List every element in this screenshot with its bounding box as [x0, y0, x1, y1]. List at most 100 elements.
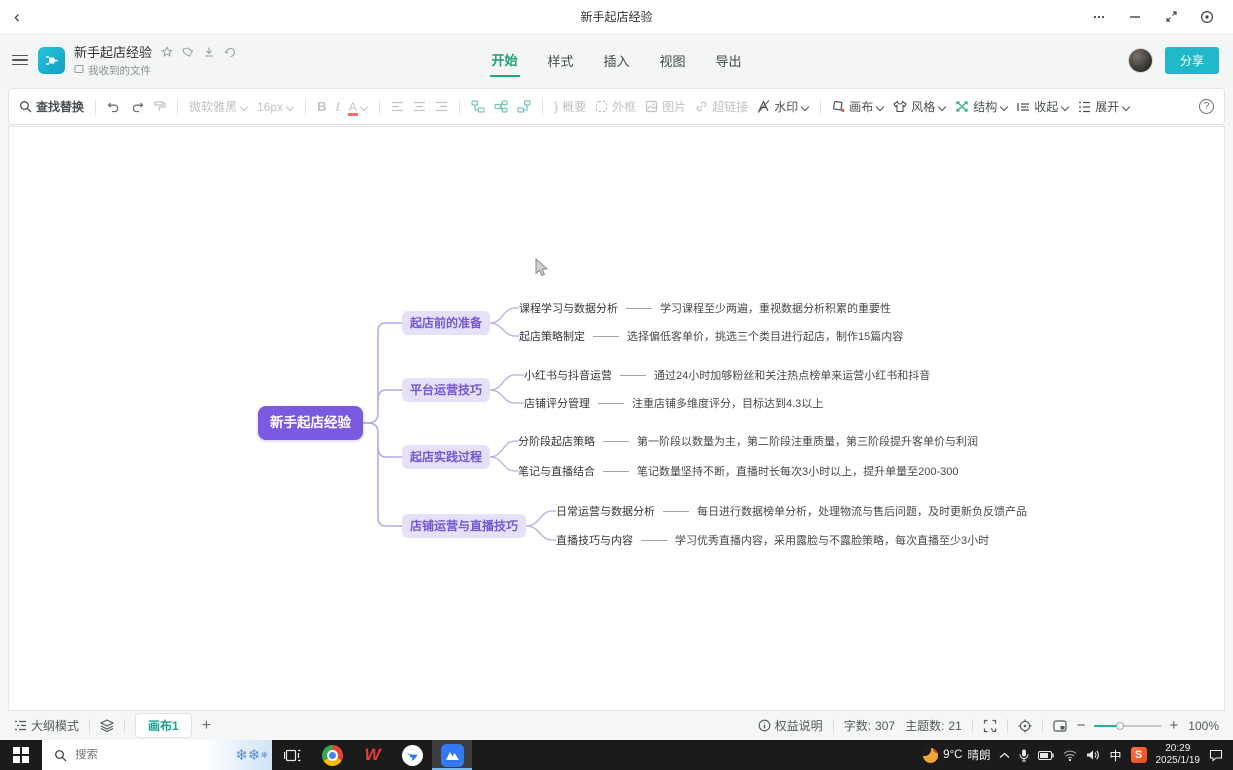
- weather-snow-widget[interactable]: ❄❄❄: [204, 740, 272, 770]
- ime-indicator[interactable]: 中: [1109, 747, 1121, 764]
- task-view-button[interactable]: [272, 740, 312, 770]
- back-chevron-icon[interactable]: ‹: [14, 7, 20, 27]
- collapse-button[interactable]: 收起: [1017, 98, 1069, 115]
- font-size-select[interactable]: 16px: [257, 100, 294, 114]
- child-topic-icon: [494, 100, 508, 113]
- insert-parent-topic-button[interactable]: [517, 100, 531, 113]
- locate-center-icon[interactable]: [1018, 719, 1032, 733]
- canvas-button[interactable]: 画布: [832, 98, 884, 115]
- weather-tray-widget[interactable]: 1 9°C 晴朗: [923, 747, 990, 763]
- image-button[interactable]: 图片: [645, 98, 686, 115]
- restore-icon[interactable]: [1163, 9, 1179, 25]
- canvas-icon: [832, 100, 845, 113]
- tag-icon[interactable]: [182, 46, 194, 58]
- search-input[interactable]: [75, 749, 195, 761]
- mindmap-child-row[interactable]: 直播技巧与内容学习优秀直播内容，采用露脸与不露脸策略，每次直播至少3小时: [556, 532, 989, 548]
- taskbar-search[interactable]: ❄❄❄: [42, 740, 272, 770]
- tab-style[interactable]: 样式: [545, 45, 575, 76]
- zoom-slider: − +: [1077, 717, 1179, 734]
- zoom-out-button[interactable]: −: [1077, 717, 1086, 734]
- hidden-icons-chevron[interactable]: [999, 752, 1010, 759]
- speaker-icon[interactable]: [1086, 749, 1100, 761]
- insert-child-topic-button[interactable]: [494, 100, 508, 113]
- mindmap-child-row[interactable]: 课程学习与数据分析学习课程至少两遍，重视数据分析积累的重要性: [519, 300, 891, 316]
- font-family-select[interactable]: 微软雅黑: [189, 98, 248, 115]
- outline-summary-button[interactable]: }概要: [554, 98, 586, 115]
- mindmap-branch-node[interactable]: 起店实践过程: [402, 445, 490, 469]
- style-button[interactable]: 风格: [893, 98, 946, 115]
- bold-button[interactable]: B: [317, 99, 326, 114]
- align-right-button[interactable]: [435, 101, 448, 112]
- insert-sibling-topic-button[interactable]: [471, 100, 485, 113]
- undo-button[interactable]: [107, 100, 121, 113]
- share-button[interactable]: 分享: [1165, 47, 1219, 74]
- redo-button[interactable]: [130, 100, 144, 113]
- mindmap-branch-node[interactable]: 店铺运营与直播技巧: [402, 514, 526, 538]
- app-logo-icon[interactable]: [38, 47, 65, 74]
- chevron-down-icon: [1062, 103, 1069, 110]
- topic-count: 主题数:21: [905, 717, 962, 734]
- link-icon: [695, 100, 708, 113]
- mindmap-app-icon[interactable]: [432, 740, 472, 770]
- mindmap-child-row[interactable]: 笔记与直播结合笔记数量坚持不断，直播时长每次3小时以上，提升单量至200-300: [518, 463, 959, 479]
- align-left-button[interactable]: [391, 101, 404, 112]
- battery-icon[interactable]: [1038, 751, 1054, 760]
- mindmap-child-row[interactable]: 小红书与抖音运营通过24小时加够粉丝和关注热点榜单来运营小红书和抖音: [524, 367, 930, 383]
- zoom-slider-track[interactable]: [1094, 725, 1162, 727]
- italic-button[interactable]: I: [335, 99, 339, 115]
- more-icon[interactable]: [1091, 9, 1107, 25]
- search-icon: [19, 100, 32, 113]
- wps-icon[interactable]: W: [352, 740, 392, 770]
- outline-mode-button[interactable]: 大纲模式: [14, 717, 79, 734]
- mindmap-child-row[interactable]: 分阶段起店策略第一阶段以数量为主，第二阶段注重质量，第三阶段提升客单价与利润: [518, 433, 978, 449]
- find-replace-button[interactable]: 查找替换: [19, 98, 84, 115]
- notification-center-icon[interactable]: [1209, 749, 1223, 762]
- mindmap-child-row[interactable]: 日常运营与数据分析每日进行数据榜单分析，处理物流与售后问题，及时更新负反馈产品: [556, 503, 1027, 519]
- mindmap-child-row[interactable]: 起店策略制定选择偏低客单价，挑选三个类目进行起店，制作15篇内容: [519, 328, 903, 344]
- watermark-button[interactable]: 水印: [757, 98, 809, 115]
- user-avatar[interactable]: [1128, 48, 1153, 73]
- tab-home[interactable]: 开始: [489, 44, 519, 77]
- add-canvas-button[interactable]: +: [202, 717, 211, 735]
- hyperlink-button[interactable]: 超链接: [695, 98, 748, 115]
- layers-icon[interactable]: [100, 719, 114, 732]
- mindmap-child-row[interactable]: 店铺评分管理注重店铺多维度评分，目标达到4.3以上: [524, 395, 823, 411]
- windows-start-button[interactable]: [0, 740, 42, 770]
- align-center-button[interactable]: [413, 101, 426, 112]
- format-painter-button[interactable]: [153, 100, 166, 113]
- frame-button[interactable]: 外框: [595, 98, 636, 115]
- rights-info-button[interactable]: 权益说明: [758, 717, 823, 734]
- download-icon[interactable]: [203, 46, 215, 58]
- history-sync-icon[interactable]: [224, 46, 237, 58]
- star-icon[interactable]: [161, 46, 173, 58]
- tab-export[interactable]: 导出: [714, 45, 744, 76]
- app-header: 新手起店经验 我收到的文件: [0, 33, 1233, 87]
- structure-icon: [955, 100, 969, 113]
- redo-icon: [130, 100, 144, 113]
- mindmap-canvas[interactable]: [8, 126, 1225, 711]
- structure-button[interactable]: 结构: [955, 98, 1008, 115]
- microphone-icon[interactable]: [1019, 749, 1029, 762]
- doc-location[interactable]: 我收到的文件: [88, 63, 151, 78]
- mindmap-branch-node[interactable]: 平台运营技巧: [402, 378, 490, 402]
- tab-insert[interactable]: 插入: [601, 45, 631, 76]
- font-color-button[interactable]: A: [349, 101, 368, 113]
- expand-button[interactable]: 展开: [1078, 98, 1130, 115]
- zoom-slider-handle[interactable]: [1116, 722, 1124, 730]
- help-icon[interactable]: ?: [1199, 99, 1214, 114]
- taskbar-clock[interactable]: 20:29 2025/1/19: [1156, 743, 1201, 767]
- dingtalk-icon[interactable]: [392, 740, 432, 770]
- sogou-input-icon[interactable]: S: [1131, 747, 1147, 763]
- menu-icon[interactable]: [12, 52, 28, 69]
- zoom-in-button[interactable]: +: [1170, 717, 1179, 734]
- chrome-icon[interactable]: [312, 740, 352, 770]
- wifi-icon[interactable]: [1063, 750, 1077, 761]
- fullscreen-icon[interactable]: [983, 719, 997, 733]
- mindmap-branch-node[interactable]: 起店前的准备: [402, 311, 490, 335]
- mindmap-root-node[interactable]: 新手起店经验: [258, 406, 363, 440]
- tab-view[interactable]: 视图: [658, 45, 688, 76]
- target-mode-icon[interactable]: [1199, 9, 1215, 25]
- canvas-tab[interactable]: 画布1: [135, 713, 192, 738]
- minimap-icon[interactable]: [1053, 720, 1067, 732]
- minimize-icon[interactable]: [1127, 9, 1143, 25]
